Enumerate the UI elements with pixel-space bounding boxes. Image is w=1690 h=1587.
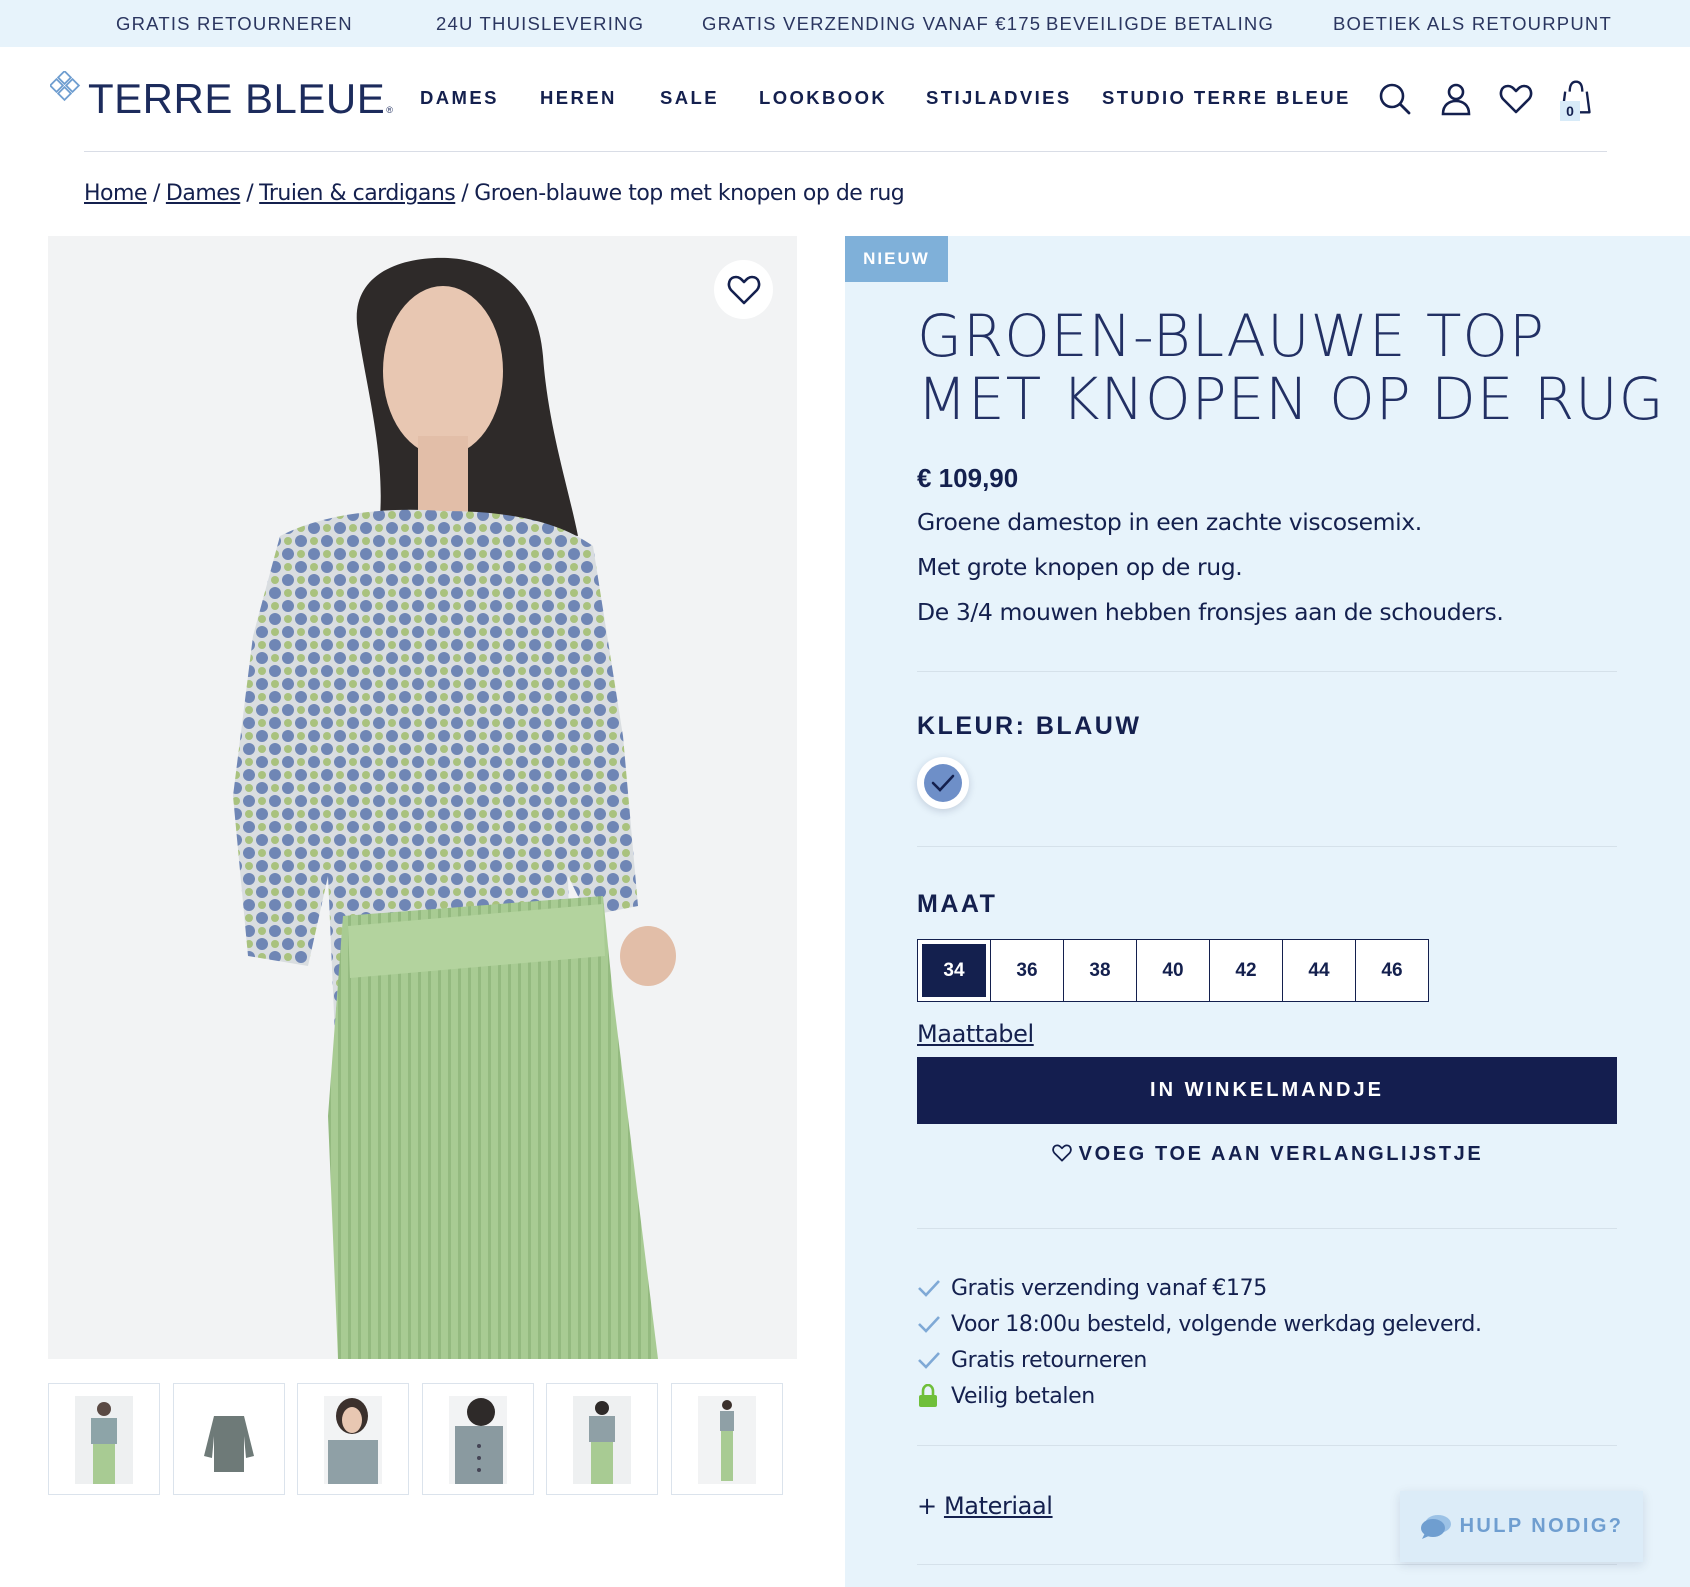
- material-accordion-toggle[interactable]: + Materiaal: [917, 1492, 1053, 1520]
- nav-heren[interactable]: HEREN: [540, 87, 617, 109]
- thumbnail-image: [75, 1396, 133, 1484]
- usp-text: Veilig betalen: [951, 1383, 1095, 1409]
- site-header: TERRE BLEUE® DAMES HEREN SALE LOOKBOOK S…: [0, 47, 1690, 152]
- usp-row: Voor 18:00u besteld, volgende werkdag ge…: [917, 1306, 1482, 1342]
- product-description: Groene damestop in een zachte viscosemix…: [917, 508, 1504, 643]
- breadcrumb: Home / Dames / Truien & cardigans / Groen-blau…: [84, 181, 905, 206]
- description-line: Groene damestop in een zachte viscosemix…: [917, 508, 1422, 536]
- thumbnail-image: [449, 1396, 507, 1484]
- color-swatch-fill: [924, 764, 962, 802]
- add-to-wishlist-button[interactable]: VOEG TOE AAN VERLANGLIJSTJE: [917, 1143, 1617, 1166]
- expand-plus-icon: +: [917, 1492, 937, 1520]
- size-option-label: 34: [922, 944, 986, 997]
- section-divider: [917, 671, 1617, 672]
- chat-bubble-icon: [1420, 1514, 1451, 1539]
- help-chat-label: HULP NODIG?: [1459, 1515, 1624, 1537]
- description-line: De 3/4 mouwen hebben fronsjes aan de sch…: [917, 598, 1504, 626]
- product-title: GROEN-BLAUWE TOP MET KNOPEN OP DE RUG: [917, 302, 1665, 433]
- breadcrumb-dames[interactable]: Dames: [166, 181, 241, 206]
- heart-icon[interactable]: [1498, 81, 1534, 117]
- heart-icon: [727, 275, 760, 304]
- usp-secure-payment: BEVEILIGDE BETALING: [1046, 13, 1275, 34]
- thumbnail-image: [698, 1396, 756, 1484]
- product-usp-list: Gratis verzending vanaf €175 Voor 18:00u…: [917, 1270, 1482, 1414]
- site-logo[interactable]: TERRE BLEUE®: [50, 71, 394, 122]
- section-divider: [917, 1228, 1617, 1229]
- heart-icon: [1051, 1144, 1072, 1162]
- size-option-42[interactable]: 42: [1209, 939, 1283, 1002]
- breadcrumb-home[interactable]: Home: [84, 181, 147, 206]
- breadcrumb-separator: /: [246, 181, 254, 206]
- size-option-38[interactable]: 38: [1063, 939, 1137, 1002]
- nav-stijladvies[interactable]: STIJLADVIES: [926, 87, 1072, 109]
- product-title-line-2: MET KNOPEN OP DE RUG: [917, 365, 1665, 433]
- size-option-40[interactable]: 40: [1136, 939, 1210, 1002]
- usp-store-return: BOETIEK ALS RETOURPUNT: [1333, 13, 1612, 34]
- new-badge: NIEUW: [845, 236, 948, 282]
- thumbnail-2[interactable]: [173, 1383, 285, 1495]
- size-label: MAAT: [917, 890, 998, 918]
- size-option-34[interactable]: 34: [917, 939, 991, 1002]
- breadcrumb-separator: /: [152, 181, 160, 206]
- section-divider: [917, 1564, 1617, 1565]
- size-selector: 34 36 38 40 42 44 46: [917, 939, 1429, 1002]
- nav-studio-terre-bleue[interactable]: STUDIO TERRE BLEUE: [1102, 87, 1351, 109]
- nav-sale[interactable]: SALE: [660, 87, 719, 109]
- size-option-46[interactable]: 46: [1355, 939, 1429, 1002]
- product-title-line-1: GROEN-BLAUWE TOP: [917, 302, 1546, 370]
- usp-free-shipping: GRATIS VERZENDING VANAF €175: [702, 13, 1042, 34]
- usp-text: Gratis verzending vanaf €175: [951, 1275, 1267, 1301]
- nav-lookbook[interactable]: LOOKBOOK: [759, 87, 887, 109]
- usp-row: Gratis retourneren: [917, 1342, 1482, 1378]
- section-divider: [917, 1445, 1617, 1446]
- breadcrumb-current: Groen-blauwe top met knopen op de rug: [474, 181, 905, 206]
- size-option-36[interactable]: 36: [990, 939, 1064, 1002]
- product-main-image[interactable]: [48, 236, 797, 1359]
- thumbnail-image: [324, 1396, 382, 1484]
- usp-bar: GRATIS RETOURNEREN 24U THUISLEVERING GRA…: [0, 0, 1690, 47]
- thumbnail-image: [573, 1396, 631, 1484]
- header-divider: [84, 151, 1607, 152]
- usp-free-returns: GRATIS RETOURNEREN: [116, 13, 353, 34]
- product-photo-illustration: [48, 236, 797, 1359]
- nav-dames[interactable]: DAMES: [420, 87, 499, 109]
- color-swatch-blue[interactable]: [917, 757, 969, 809]
- lock-icon: [917, 1384, 951, 1408]
- usp-text: Gratis retourneren: [951, 1347, 1147, 1373]
- check-icon: [931, 774, 955, 792]
- thumbnail-5[interactable]: [546, 1383, 658, 1495]
- product-price: € 109,90: [917, 463, 1019, 493]
- description-line: Met grote knopen op de rug.: [917, 553, 1243, 581]
- check-icon: [917, 1315, 951, 1333]
- product-thumbnails: [48, 1383, 788, 1495]
- material-accordion-label: Materiaal: [943, 1492, 1053, 1520]
- logo-text: TERRE BLEUE®: [88, 75, 394, 122]
- thumbnail-image: [200, 1396, 258, 1484]
- help-chat-button[interactable]: HULP NODIG?: [1400, 1491, 1643, 1562]
- check-icon: [917, 1351, 951, 1369]
- breadcrumb-separator: /: [461, 181, 469, 206]
- cart-count-badge: 0: [1560, 101, 1580, 121]
- thumbnail-1[interactable]: [48, 1383, 160, 1495]
- add-to-cart-button[interactable]: IN WINKELMANDJE: [917, 1057, 1617, 1124]
- breadcrumb-truien-cardigans[interactable]: Truien & cardigans: [259, 181, 456, 206]
- logo-mark-icon: [50, 71, 81, 102]
- usp-row: Veilig betalen: [917, 1378, 1482, 1414]
- search-icon[interactable]: [1377, 81, 1413, 117]
- thumbnail-6[interactable]: [671, 1383, 783, 1495]
- add-to-wishlist-label: VOEG TOE AAN VERLANGLIJSTJE: [1078, 1143, 1484, 1165]
- check-icon: [917, 1279, 951, 1297]
- usp-text: Voor 18:00u besteld, volgende werkdag ge…: [951, 1311, 1482, 1337]
- account-icon[interactable]: [1438, 81, 1474, 117]
- size-option-44[interactable]: 44: [1282, 939, 1356, 1002]
- color-label: KLEUR: BLAUW: [917, 712, 1142, 740]
- section-divider: [917, 846, 1617, 847]
- size-chart-link[interactable]: Maattabel: [917, 1020, 1034, 1048]
- usp-delivery: 24U THUISLEVERING: [436, 13, 645, 34]
- product-favorite-button[interactable]: [714, 260, 773, 319]
- thumbnail-3[interactable]: [297, 1383, 409, 1495]
- usp-row: Gratis verzending vanaf €175: [917, 1270, 1482, 1306]
- thumbnail-4[interactable]: [422, 1383, 534, 1495]
